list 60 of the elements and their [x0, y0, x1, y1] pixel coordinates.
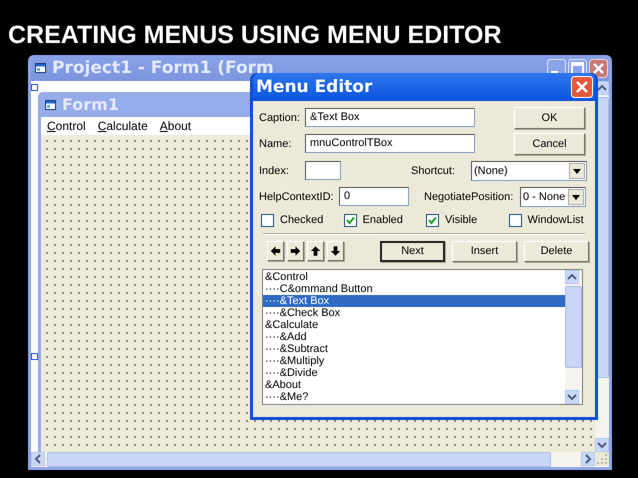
field-label: HelpContextID: — [259, 190, 335, 202]
arrow-button[interactable] — [287, 241, 304, 261]
list-item[interactable]: ····&Text Box — [263, 295, 565, 307]
list-item[interactable]: ····&Subtract — [263, 343, 565, 355]
arrow-button[interactable] — [267, 241, 284, 261]
list-item[interactable]: ····&Me? — [263, 391, 565, 403]
input-field[interactable]: 0 — [339, 187, 409, 206]
arrow-button[interactable] — [327, 241, 344, 261]
list-item[interactable]: ····&Divide — [263, 367, 565, 379]
arrow-button[interactable] — [307, 241, 324, 261]
field-label: NegotiatePosition: — [424, 190, 514, 202]
list-item[interactable]: &About — [263, 379, 565, 391]
list-item[interactable]: ····&Multiply — [263, 355, 565, 367]
size-grip-icon — [595, 452, 609, 466]
scroll-down-icon[interactable] — [565, 390, 579, 404]
input-field[interactable] — [305, 161, 341, 180]
checkbox[interactable] — [426, 214, 439, 226]
field-label: Caption: — [259, 112, 301, 124]
list-item[interactable]: ····&Add — [263, 331, 565, 343]
scroll-left-icon[interactable] — [31, 452, 45, 466]
checkbox-label: WindowList — [528, 214, 584, 226]
resize-handle[interactable] — [31, 353, 38, 360]
edit-button[interactable]: Insert — [452, 240, 517, 262]
input-field[interactable]: mnuControlTBox — [305, 134, 475, 153]
checkbox-label: Checked — [280, 214, 324, 226]
window-icon — [35, 63, 46, 73]
list-item[interactable]: &Calculate — [263, 319, 565, 331]
scroll-down-icon[interactable] — [595, 438, 609, 452]
field-label: Name: — [259, 138, 292, 150]
dropdown[interactable]: (None) — [471, 160, 587, 180]
scroll-right-icon[interactable] — [581, 452, 595, 466]
scroll-thumb[interactable] — [565, 286, 582, 368]
checkbox[interactable] — [508, 214, 522, 226]
menu-item[interactable]: Calculate — [98, 119, 148, 133]
resize-handle[interactable] — [31, 84, 38, 91]
checkbox-label: Visible — [445, 214, 478, 226]
window-icon — [45, 100, 56, 110]
dialog-title: Menu Editor — [256, 77, 372, 97]
dropdown[interactable]: 0 - None — [520, 186, 586, 206]
edit-button[interactable]: Delete — [524, 240, 589, 262]
list-item[interactable]: ····&Check Box — [263, 307, 565, 319]
window-title: Project1 - Form1 (Form — [52, 58, 274, 78]
scrollbar[interactable] — [565, 270, 582, 404]
scroll-up-icon[interactable] — [565, 270, 579, 284]
menu-item[interactable]: About — [160, 119, 192, 133]
checkbox-label: Enabled — [362, 214, 403, 226]
field-label: Shortcut: — [411, 164, 456, 176]
menu-item[interactable]: Control — [47, 119, 86, 133]
checkbox[interactable] — [261, 214, 274, 226]
field-label: Index: — [259, 164, 290, 176]
input-field[interactable]: &Text Box — [305, 108, 475, 127]
list-item[interactable]: &Control — [263, 271, 565, 283]
slide-title: CREATING MENUS USING MENU EDITOR — [8, 21, 502, 50]
checkbox[interactable] — [344, 214, 356, 226]
close-icon[interactable] — [589, 58, 608, 78]
dialog-button[interactable]: Cancel — [514, 133, 585, 155]
window-title: Form1 — [62, 95, 119, 114]
edit-button[interactable]: Next — [380, 240, 445, 262]
dialog-button[interactable]: OK — [514, 107, 585, 129]
list-item[interactable]: ····C&ommand Button — [263, 283, 565, 295]
